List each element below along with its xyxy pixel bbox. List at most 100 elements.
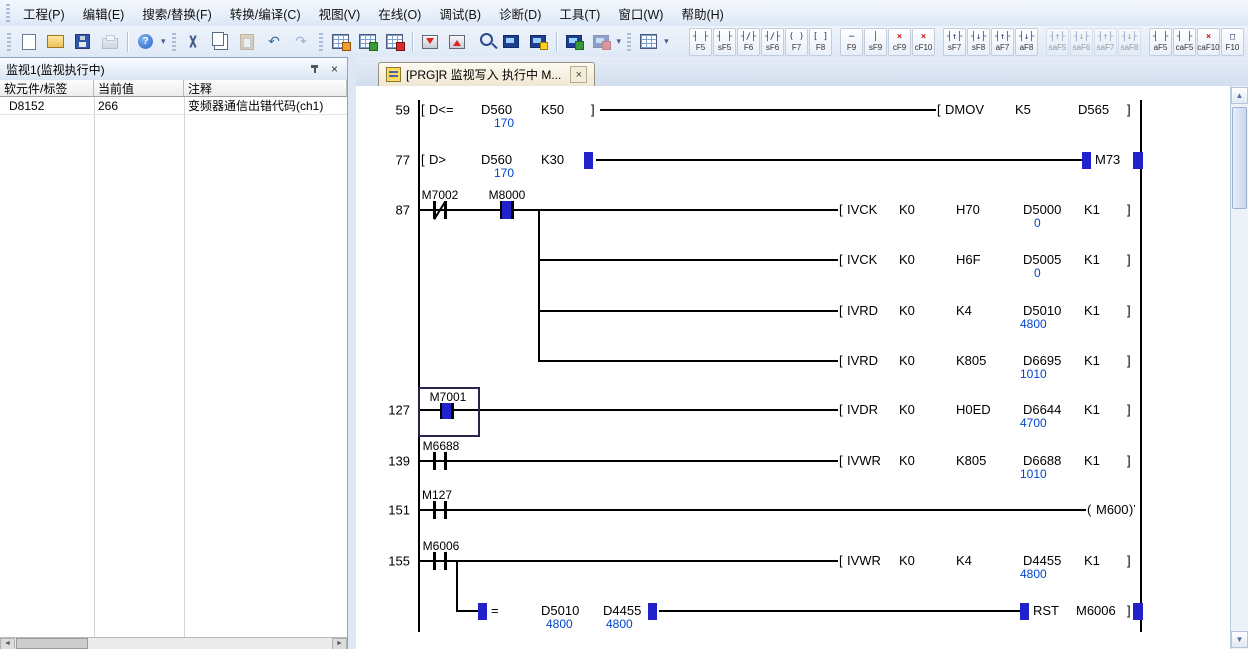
coil-device[interactable]: M73 [1094,152,1121,167]
ladder-symbol-button[interactable]: ─F9 [840,28,863,56]
instruction-op[interactable]: IVWR [846,453,882,468]
ladder-symbol-button[interactable]: □F10 [1221,28,1244,56]
scroll-left-button[interactable]: ◄ [0,638,15,649]
operand[interactable]: D5000 [1022,202,1062,217]
cut-button[interactable] [181,29,206,55]
column-header-comment[interactable]: 注释 [184,80,347,96]
operand[interactable]: K0 [898,453,916,468]
scroll-right-button[interactable]: ► [332,638,347,649]
operand[interactable]: K0 [898,353,916,368]
ladder-symbol-button[interactable]: │sF9 [864,28,887,56]
operand[interactable]: D5005 [1022,252,1062,267]
monitor-write-mode-button[interactable] [382,29,407,55]
vertical-scrollbar[interactable]: ▲ ▼ [1230,86,1248,649]
pin-button[interactable] [305,61,324,78]
undo-button[interactable]: ↶ [262,29,287,55]
operand[interactable]: K805 [955,453,987,468]
ladder-symbol-button[interactable]: ( )F7 [785,28,808,56]
read-from-plc-button[interactable] [445,29,470,55]
operand[interactable]: D560 [480,152,513,167]
operand[interactable]: K30 [540,152,565,167]
menu-item[interactable]: 工具(T) [550,0,609,26]
contact-no[interactable] [433,501,447,519]
new-project-button[interactable] [16,29,41,55]
ladder-symbol-button[interactable]: ┤↑├saF5 [1046,28,1069,56]
operand[interactable]: K0 [898,553,916,568]
write-to-plc-button[interactable] [418,29,443,55]
ladder-diagram[interactable]: 59 [ D<= D560 K50 ] 170 [ DMOV K5 D565 ]… [356,86,1231,649]
scroll-down-button[interactable]: ▼ [1231,631,1248,648]
column-header-device[interactable]: 软元件/标签 [0,80,94,96]
operand[interactable]: D565 [1077,102,1110,117]
operand[interactable]: K1 [1083,252,1101,267]
operand[interactable]: K805 [955,353,987,368]
panel-splitter[interactable] [348,57,356,649]
menu-item[interactable]: 搜索/替换(F) [133,0,220,26]
menu-item[interactable]: 帮助(H) [672,0,732,26]
compare-op[interactable]: D> [428,152,447,167]
instruction-op[interactable]: IVCK [846,252,878,267]
watch-row[interactable]: D8152 266 变频器通信出错代码(ch1) [0,97,347,115]
monitor-stop-button[interactable] [589,29,614,55]
ladder-symbol-button[interactable]: ┤↓├aF8 [1015,28,1038,56]
menu-item[interactable]: 在线(O) [369,0,430,26]
menu-item[interactable]: 转换/编译(C) [221,0,310,26]
print-button[interactable] [97,29,122,55]
instruction-op[interactable]: IVRD [846,303,879,318]
ladder-symbol-button[interactable]: ┤↓├saF6 [1070,28,1093,56]
instruction-op[interactable]: IVWR [846,553,882,568]
instruction-op[interactable]: DMOV [944,102,985,117]
toolbar-grip[interactable] [319,33,323,51]
operand[interactable]: H6F [955,252,982,267]
operand[interactable]: D4455 [1022,553,1062,568]
operand[interactable]: K1 [1083,553,1101,568]
buffer-memory-monitor-button[interactable] [526,29,551,55]
operand[interactable]: D6688 [1022,453,1062,468]
ladder-symbol-button[interactable]: ┤ ├sF5 [713,28,736,56]
compare-op[interactable]: = [490,603,500,618]
toolbar-grip[interactable] [172,33,176,51]
close-watch-button[interactable]: × [325,61,344,78]
toolbar-grip[interactable] [7,33,11,51]
verify-with-plc-button[interactable] [472,29,497,55]
operand[interactable]: D5010 [540,603,580,618]
operand[interactable]: K5 [1014,102,1032,117]
ladder-symbol-button[interactable]: ┤↓├saF8 [1118,28,1141,56]
compare-op[interactable]: D<= [428,102,455,117]
copy-button[interactable] [208,29,233,55]
menu-item[interactable]: 视图(V) [310,0,370,26]
instruction-op[interactable]: IVCK [846,202,878,217]
ladder-symbol-button[interactable]: ┤ ├F5 [689,28,712,56]
watch-grid[interactable]: 软元件/标签 当前值 注释 D8152 266 变频器通信出错代码(ch1) [0,80,347,638]
ladder-symbol-button[interactable]: ┤ ├aF5 [1149,28,1172,56]
menu-item[interactable]: 调试(B) [430,0,490,26]
contact-no[interactable] [500,201,514,219]
operand[interactable]: K4 [955,553,973,568]
value-cell[interactable]: 266 [94,99,184,113]
monitor-mode-button[interactable] [355,29,380,55]
ladder-symbol-button[interactable]: ┤↑├saF7 [1094,28,1117,56]
toolbar-grip[interactable] [627,33,631,51]
scroll-up-button[interactable]: ▲ [1231,87,1248,104]
comment-cell[interactable]: 变频器通信出错代码(ch1) [184,97,347,114]
device-cell[interactable]: D8152 [0,99,94,113]
ladder-symbol-button[interactable]: ┤ ├caF5 [1173,28,1196,56]
ladder-symbol-button[interactable]: ×cF9 [888,28,911,56]
redo-button[interactable]: ↷ [289,29,314,55]
menu-item[interactable]: 窗口(W) [609,0,672,26]
operand[interactable]: H70 [955,202,981,217]
operand[interactable]: D4455 [602,603,642,618]
menu-item[interactable]: 编辑(E) [74,0,134,26]
operand[interactable]: K0 [898,402,916,417]
operand[interactable]: M6006 [1075,603,1117,618]
menu-item[interactable]: 工程(P) [14,0,74,26]
operand[interactable]: K0 [898,303,916,318]
toolbar-overflow-button[interactable]: ▾ [161,36,166,47]
watch-horizontal-scrollbar[interactable]: ◄ ► [0,637,347,649]
paste-button[interactable] [235,29,260,55]
help-button[interactable]: ? [133,29,158,55]
watch-window-titlebar[interactable]: 监视1(监视执行中) × [0,58,347,81]
tab-close-button[interactable]: × [570,66,587,83]
monitor-start-button[interactable] [562,29,587,55]
ladder-symbol-button[interactable]: ×caF10 [1197,28,1220,56]
